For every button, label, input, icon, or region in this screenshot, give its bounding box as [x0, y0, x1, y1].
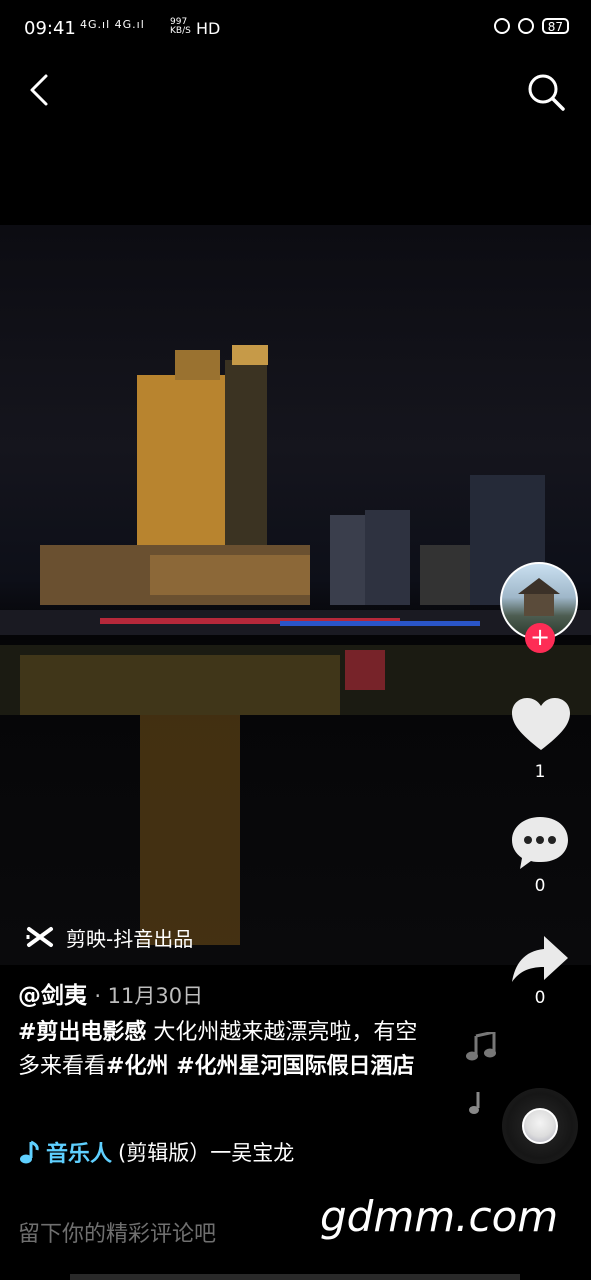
post-date: · 11月30日 — [94, 984, 204, 1008]
search-icon — [528, 74, 565, 111]
battery-level: 87 — [547, 20, 563, 34]
post-caption: #剪出电影感 大化州越来越漂亮啦，有空多来看看#化州 #化州星河国际假日酒店 — [18, 1016, 438, 1084]
capcut-logo-icon — [26, 927, 53, 947]
watermark-text: gdmm.com — [320, 1192, 559, 1241]
battery-icon: 87 — [541, 18, 569, 34]
net-speed: 997 KB/S — [170, 18, 191, 36]
capcut-brand-row[interactable]: 剪映-抖音出品 — [26, 924, 194, 951]
dnd-icon — [493, 18, 510, 34]
alarm-icon — [517, 18, 534, 34]
chevron-left-icon — [30, 74, 48, 106]
share-button[interactable] — [510, 934, 570, 984]
music-title: (剪辑版）一吴宝龙 — [118, 1141, 295, 1165]
author-row: @剑夷 · 11月30日 — [18, 976, 203, 1010]
search-button[interactable] — [524, 70, 568, 114]
music-row[interactable]: 音乐人 (剪辑版）一吴宝龙 — [18, 1136, 294, 1168]
plus-icon: + — [529, 623, 551, 651]
music-note-small-icon — [468, 1090, 484, 1116]
music-cover-image — [522, 1108, 558, 1144]
hashtag-huazhou[interactable]: #化州 — [106, 1054, 168, 1079]
comment-count: 0 — [534, 876, 546, 896]
bottom-strip — [70, 1274, 520, 1280]
status-right-icons: 87 — [493, 18, 569, 34]
music-disc-button[interactable] — [502, 1088, 578, 1164]
status-time: 09:41 — [24, 18, 76, 39]
music-artist: 音乐人 — [46, 1142, 113, 1167]
comment-button[interactable] — [510, 814, 570, 872]
like-count: 1 — [534, 762, 546, 782]
capcut-brand-label: 剪映-抖音出品 — [66, 926, 194, 951]
comment-input[interactable]: 留下你的精彩评论吧 — [18, 1216, 216, 1248]
comment-bubble-icon — [512, 817, 568, 869]
status-bar: 09:41 4G.ıl 4G.ıl 997 KB/S HD 87 — [0, 0, 591, 60]
share-count: 0 — [534, 988, 546, 1008]
net-speed-unit: KB/S — [170, 26, 191, 36]
back-button[interactable] — [24, 70, 60, 110]
hd-label: HD — [196, 19, 221, 38]
heart-icon — [512, 698, 570, 750]
share-arrow-icon — [512, 936, 568, 982]
music-note-blue-icon — [20, 1140, 39, 1164]
author-name[interactable]: @剑夷 — [18, 983, 87, 1009]
hashtag-cinematic[interactable]: #剪出电影感 — [18, 1020, 146, 1045]
signal-icons: 4G.ıl 4G.ıl — [80, 18, 145, 31]
like-button[interactable] — [510, 696, 572, 752]
hashtag-hotel[interactable]: #化州星河国际假日酒店 — [168, 1054, 414, 1079]
music-note-icon — [464, 1030, 498, 1062]
follow-button[interactable]: + — [525, 623, 555, 653]
